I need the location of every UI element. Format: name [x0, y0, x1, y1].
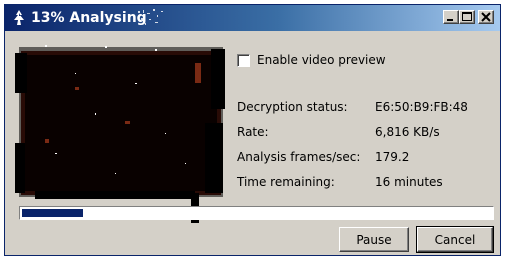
- title-bar[interactable]: 13% Analysing: [5, 5, 500, 31]
- close-button[interactable]: [478, 10, 494, 24]
- minimize-icon: [447, 19, 453, 21]
- close-icon: [481, 12, 491, 22]
- pause-button[interactable]: Pause: [339, 227, 409, 252]
- video-preview-checkbox[interactable]: [237, 53, 250, 67]
- video-preview: [15, 45, 225, 223]
- window-title: 13% Analysing: [31, 10, 147, 26]
- video-preview-option[interactable]: Enable video preview: [237, 52, 386, 68]
- video-preview-label: Enable video preview: [257, 53, 386, 67]
- cancel-button[interactable]: Cancel: [416, 226, 494, 253]
- maximize-icon: [462, 12, 472, 21]
- rate-value: 6,816 KB/s: [375, 125, 440, 139]
- analysis-window: 13% Analysing Enable video preview Decry…: [4, 4, 501, 256]
- time-remaining-label: Time remaining:: [237, 175, 335, 189]
- decryption-status-value: E6:50:B9:FB:48: [375, 100, 468, 114]
- analysis-progress-bar: [19, 206, 494, 220]
- minimize-button[interactable]: [443, 10, 459, 24]
- decryption-status-label: Decryption status:: [237, 100, 348, 114]
- rate-label: Rate:: [237, 125, 269, 139]
- time-remaining-value: 16 minutes: [375, 175, 443, 189]
- app-icon: [14, 10, 24, 25]
- maximize-button[interactable]: [459, 10, 475, 24]
- analysis-fps-label: Analysis frames/sec:: [237, 150, 361, 164]
- analysis-fps-value: 179.2: [375, 150, 410, 164]
- title-artifact: [138, 9, 163, 25]
- progress-fill: [22, 209, 83, 217]
